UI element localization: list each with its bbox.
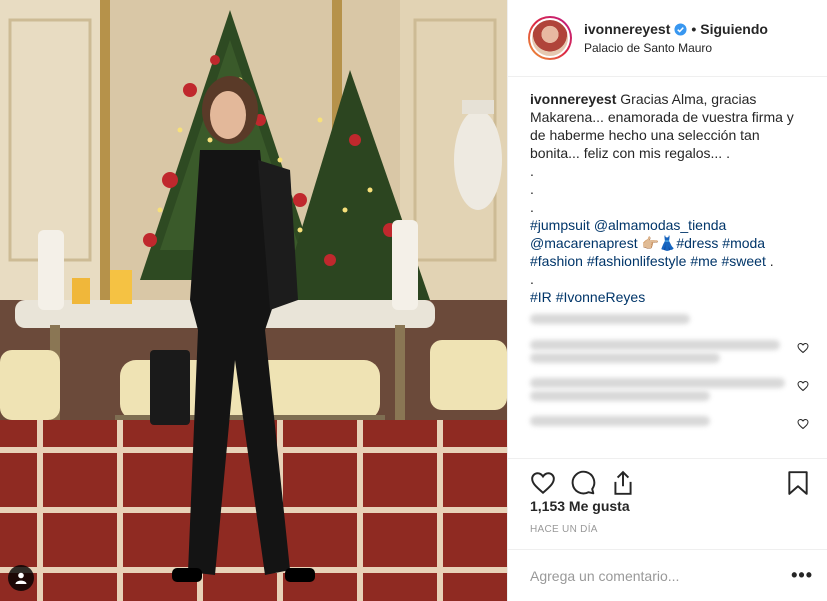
share-icon[interactable] xyxy=(610,470,636,496)
hashtag-link[interactable]: #fashion xyxy=(530,253,583,269)
post-timestamp[interactable]: HACE UN DÍA xyxy=(530,524,598,535)
likes-count[interactable]: 1,153 Me gusta xyxy=(530,498,630,514)
bookmark-icon[interactable] xyxy=(785,470,811,496)
caption-username[interactable]: ivonnereyest xyxy=(530,91,616,107)
hashtag-link[interactable]: #IR xyxy=(530,289,552,305)
blurred-comment xyxy=(530,416,809,436)
post-header: ivonnereyest • Siguiendo Palacio de Sant… xyxy=(508,0,827,77)
header-separator: • xyxy=(691,21,697,37)
verified-badge-icon xyxy=(674,22,687,36)
comment-like-heart-icon[interactable] xyxy=(797,418,809,430)
comment-like-heart-icon[interactable] xyxy=(797,342,809,354)
blurred-comment xyxy=(530,314,809,332)
comments-section: ivonnereyest Gracias Alma, gracias Makar… xyxy=(508,78,827,458)
blurred-comment xyxy=(530,340,809,370)
user-tag-button[interactable] xyxy=(8,565,34,591)
hashtag-link[interactable]: #jumpsuit xyxy=(530,217,590,233)
hashtag-link[interactable]: #me xyxy=(690,253,717,269)
caption-dot: . xyxy=(530,271,534,287)
hashtag-link[interactable]: #sweet xyxy=(721,253,765,269)
hashtag-link[interactable]: #moda xyxy=(722,235,765,251)
caption-emoji: 👉🏼👗 xyxy=(641,235,677,251)
following-button[interactable]: Siguiendo xyxy=(700,21,768,37)
instagram-post-view: ivonnereyest • Siguiendo Palacio de Sant… xyxy=(0,0,827,601)
blurred-comment xyxy=(530,378,809,408)
caption-dot: . xyxy=(530,199,534,215)
comment-like-heart-icon[interactable] xyxy=(797,380,809,392)
hashtag-link[interactable]: #fashionlifestyle xyxy=(587,253,687,269)
post-caption: ivonnereyest Gracias Alma, gracias Makar… xyxy=(530,90,809,306)
header-username[interactable]: ivonnereyest xyxy=(584,21,670,37)
post-photo[interactable] xyxy=(0,0,507,601)
hashtag-link[interactable]: #IvonneReyes xyxy=(556,289,646,305)
location-link[interactable]: Palacio de Santo Mauro xyxy=(584,41,768,55)
heart-icon[interactable] xyxy=(530,470,556,496)
user-tag-icon xyxy=(15,572,27,584)
mention-link[interactable]: @almamodas_tienda xyxy=(594,217,727,233)
post-actions xyxy=(508,458,827,498)
hashtag-link[interactable]: #dress xyxy=(676,235,718,251)
mention-link[interactable]: @macarenaprest xyxy=(530,235,638,251)
avatar[interactable] xyxy=(528,16,572,60)
caption-dot: . xyxy=(530,163,534,179)
more-options-button[interactable]: ••• xyxy=(791,565,813,586)
photo-scene xyxy=(0,0,507,601)
post-side-panel: ivonnereyest • Siguiendo Palacio de Sant… xyxy=(507,0,827,601)
caption-dot: . xyxy=(530,181,534,197)
comment-icon[interactable] xyxy=(570,470,596,496)
comment-input[interactable] xyxy=(530,567,792,584)
caption-dot: . xyxy=(769,253,774,269)
add-comment-bar: ••• xyxy=(508,549,827,601)
